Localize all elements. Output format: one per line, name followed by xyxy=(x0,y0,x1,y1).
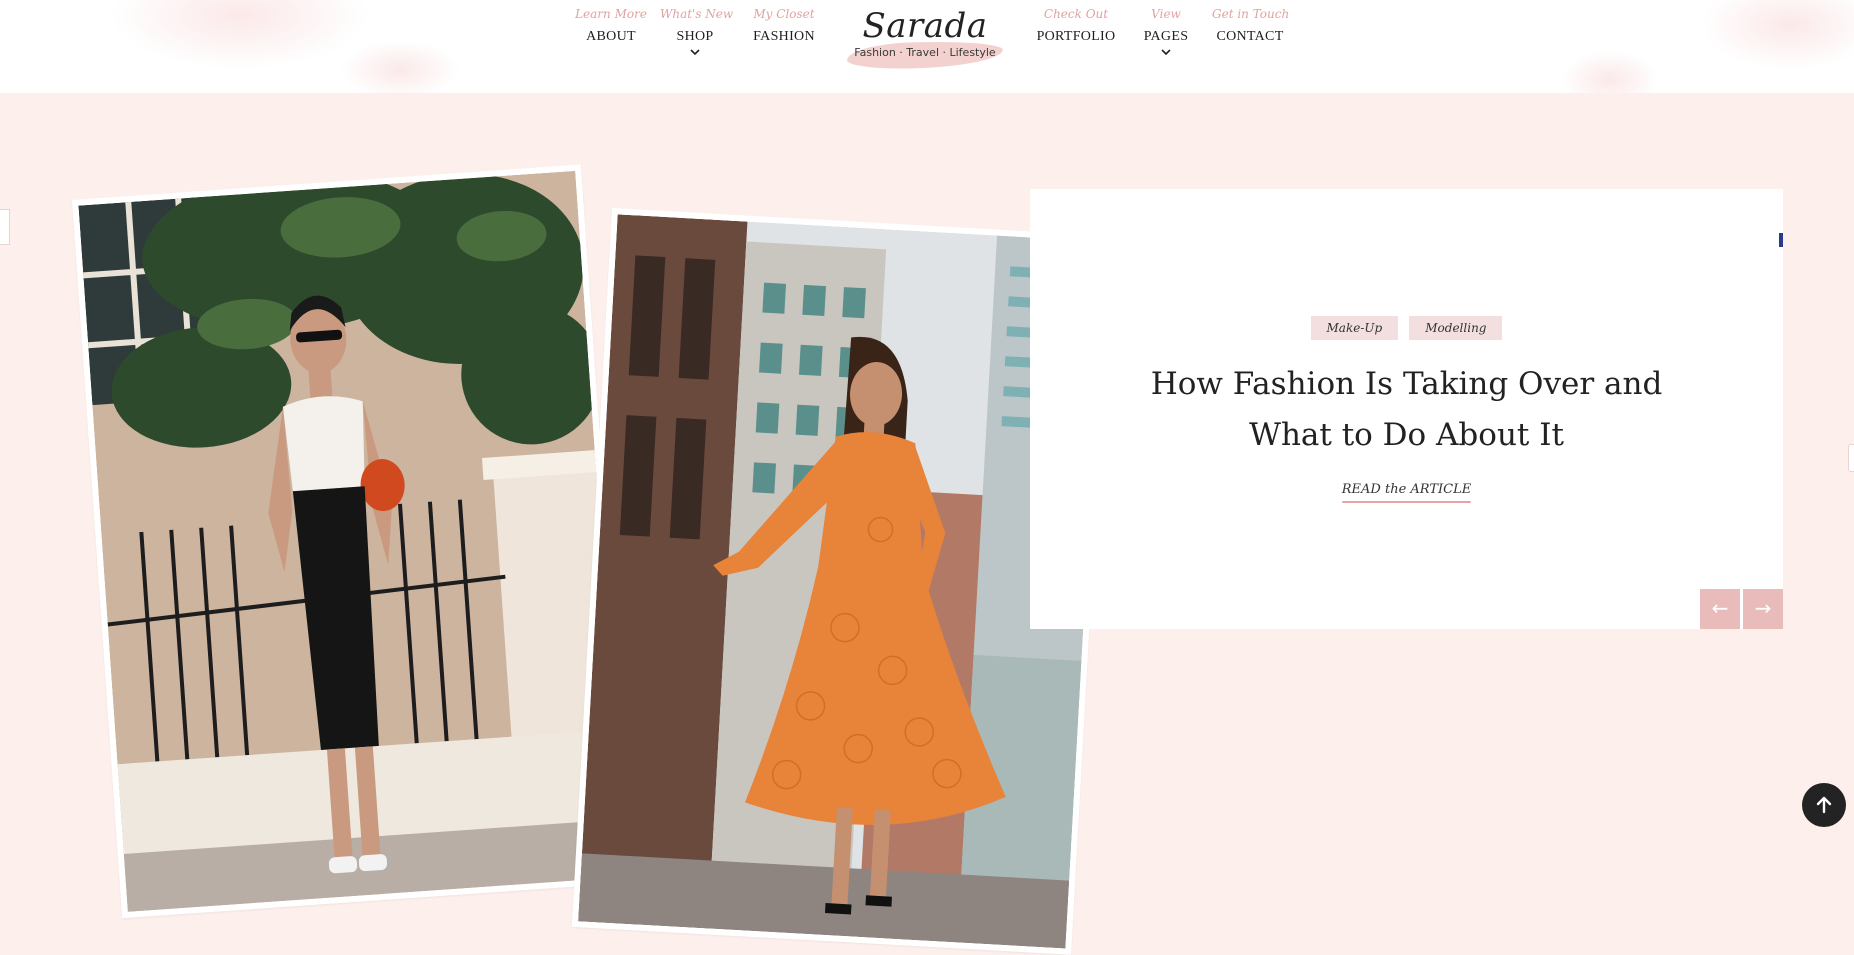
woman-street-photo xyxy=(78,170,625,912)
prev-slide-button[interactable]: ← xyxy=(1700,589,1740,629)
nav-kicker: My Closet xyxy=(753,7,815,21)
nav-item-portfolio[interactable]: Check Out PORTFOLIO xyxy=(1036,6,1116,46)
card-corner-accent xyxy=(1779,233,1783,247)
nav-kicker: Learn More xyxy=(575,7,647,21)
decor-watercolor xyxy=(110,0,370,70)
nav-kicker: View xyxy=(1151,7,1181,21)
featured-photo-1[interactable] xyxy=(72,164,631,919)
chevron-down-icon xyxy=(1161,49,1171,56)
nav-item-pages[interactable]: View PAGES xyxy=(1136,6,1196,56)
nav-item-contact[interactable]: Get in Touch CONTACT xyxy=(1212,6,1290,46)
decor-watercolor xyxy=(1560,50,1660,93)
decor-watercolor xyxy=(340,40,460,93)
back-to-top-button[interactable] xyxy=(1802,783,1846,827)
read-article-link[interactable]: READ the ARTICLE xyxy=(1341,482,1472,503)
nav-label: PORTFOLIO xyxy=(1036,29,1116,44)
photo-image xyxy=(78,170,625,912)
scrollbar-thumb[interactable] xyxy=(1848,444,1854,472)
nav-label: ABOUT xyxy=(586,29,636,44)
site-logo[interactable]: Sarada Fashion · Travel · Lifestyle xyxy=(846,4,1004,71)
orange-dress-photo xyxy=(578,214,1105,949)
article-title-line: How Fashion Is Taking Over and xyxy=(1150,366,1663,402)
logo-wordmark: Sarada xyxy=(862,6,988,46)
nav-item-shop[interactable]: What's New SHOP xyxy=(660,6,734,56)
side-panel-toggle[interactable] xyxy=(0,209,10,245)
nav-label: SHOP xyxy=(676,29,714,44)
decor-watercolor xyxy=(1700,0,1854,70)
article-title[interactable]: How Fashion Is Taking Over and What to D… xyxy=(1030,359,1783,461)
nav-item-fashion[interactable]: My Closet FASHION xyxy=(748,6,820,46)
nav-label: FASHION xyxy=(753,29,815,44)
nav-item-about[interactable]: Learn More ABOUT xyxy=(574,6,648,46)
arrow-left-icon: ← xyxy=(1711,596,1729,620)
nav-kicker: Get in Touch xyxy=(1212,7,1290,21)
nav-label: PAGES xyxy=(1143,29,1189,44)
nav-label: CONTACT xyxy=(1216,29,1284,44)
nav-kicker: What's New xyxy=(660,7,734,21)
arrow-right-icon: → xyxy=(1754,596,1772,620)
tag-modelling[interactable]: Modelling xyxy=(1409,316,1503,340)
article-tags: Make-Up Modelling xyxy=(1030,316,1783,340)
chevron-down-icon xyxy=(690,49,700,56)
article-title-line: What to Do About It xyxy=(1249,417,1564,453)
featured-article-card: Make-Up Modelling How Fashion Is Taking … xyxy=(1030,189,1783,629)
photo-image xyxy=(578,214,1105,949)
nav-kicker: Check Out xyxy=(1043,7,1109,21)
read-article-wrapper: READ the ARTICLE xyxy=(1030,478,1783,503)
next-slide-button[interactable]: → xyxy=(1743,589,1783,629)
tag-makeup[interactable]: Make-Up xyxy=(1310,316,1399,340)
logo-tagline: Fashion · Travel · Lifestyle xyxy=(854,46,996,59)
arrow-up-icon xyxy=(1816,796,1832,814)
site-header: Learn More ABOUT What's New SHOP My Clos… xyxy=(0,0,1854,93)
